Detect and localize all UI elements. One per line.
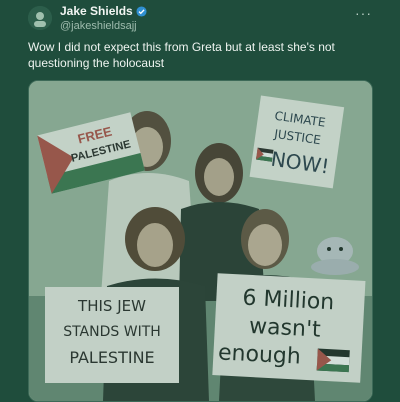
author-block: Jake Shields @jakeshieldsajj (60, 4, 147, 33)
author-handle[interactable]: @jakeshieldsajj (60, 19, 147, 33)
photo-image: FREE PALESTINE CLIMATE JUSTICE NOW! THIS… (29, 81, 372, 401)
author-name-row[interactable]: Jake Shields (60, 4, 147, 18)
more-dots-icon[interactable]: ··· (355, 5, 372, 21)
author-name[interactable]: Jake Shields (60, 4, 133, 18)
verified-badge-icon (136, 5, 147, 17)
tweet: Jake Shields @jakeshieldsajj ··· Wow I d… (0, 0, 400, 402)
tweet-media[interactable]: FREE PALESTINE CLIMATE JUSTICE NOW! THIS… (28, 80, 373, 402)
avatar-image-icon (28, 6, 52, 30)
tweet-text: Wow I did not expect this from Greta but… (28, 40, 335, 70)
author-avatar[interactable] (28, 6, 52, 30)
